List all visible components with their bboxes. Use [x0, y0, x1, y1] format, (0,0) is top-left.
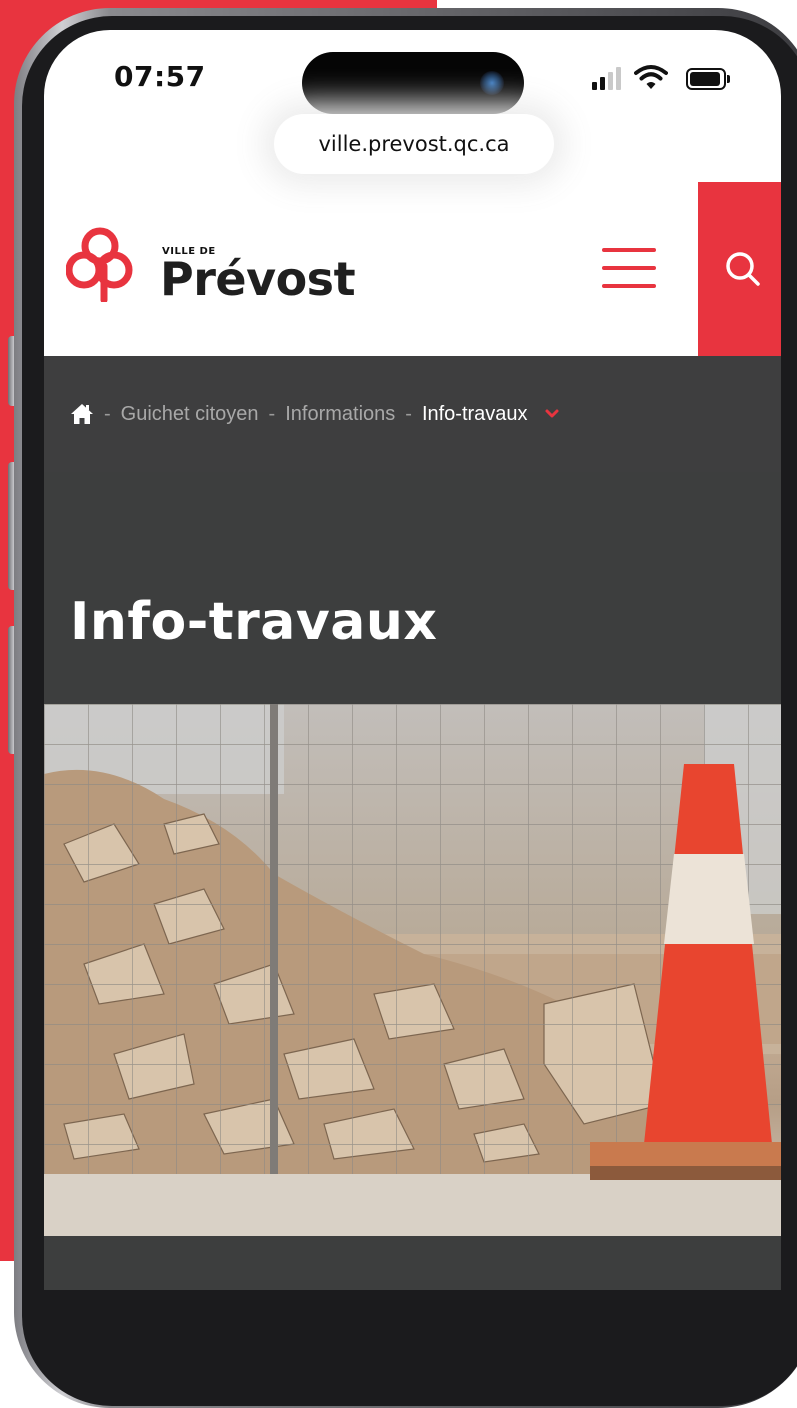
logo-name: Prévost: [160, 252, 356, 306]
battery-icon: [686, 68, 730, 90]
page-header: Info-travaux: [44, 472, 781, 704]
breadcrumb-separator: -: [268, 402, 276, 425]
dynamic-island: [302, 52, 524, 114]
construction-site-illustration: [44, 704, 781, 1236]
breadcrumb-current: Info-travaux: [421, 402, 528, 425]
chevron-down-icon[interactable]: [544, 408, 560, 420]
home-icon[interactable]: [70, 403, 94, 425]
search-button[interactable]: [698, 182, 781, 356]
site-logo[interactable]: VILLE DE Prévost: [66, 226, 356, 306]
breadcrumb-link-guichet-citoyen[interactable]: Guichet citoyen: [121, 403, 259, 426]
content-section-start: [44, 1236, 781, 1290]
breadcrumb-separator: -: [405, 402, 412, 425]
logo-small-text: VILLE DE: [162, 246, 216, 257]
breadcrumb-link-informations[interactable]: Informations: [285, 403, 395, 426]
search-icon: [726, 252, 760, 286]
wifi-icon: [634, 65, 668, 89]
hero-image-construction: [44, 704, 781, 1236]
address-bar-url: ville.prevost.qc.ca: [318, 132, 510, 156]
breadcrumb: - Guichet citoyen - Informations - Info-…: [44, 356, 781, 472]
address-bar[interactable]: ville.prevost.qc.ca: [274, 114, 554, 174]
status-time: 07:57: [114, 60, 206, 93]
tree-logo-icon: [66, 227, 133, 302]
camera-lens: [480, 71, 504, 95]
logo-wordmark: VILLE DE Prévost: [160, 246, 356, 306]
hamburger-menu-button[interactable]: [602, 248, 656, 290]
page-title: Info-travaux: [70, 592, 438, 652]
breadcrumb-separator: -: [104, 402, 111, 425]
status-icons: [592, 64, 742, 90]
phone-screen: 07:57 ville.prevost.qc.ca VILLE DE Prévo…: [44, 30, 781, 1290]
